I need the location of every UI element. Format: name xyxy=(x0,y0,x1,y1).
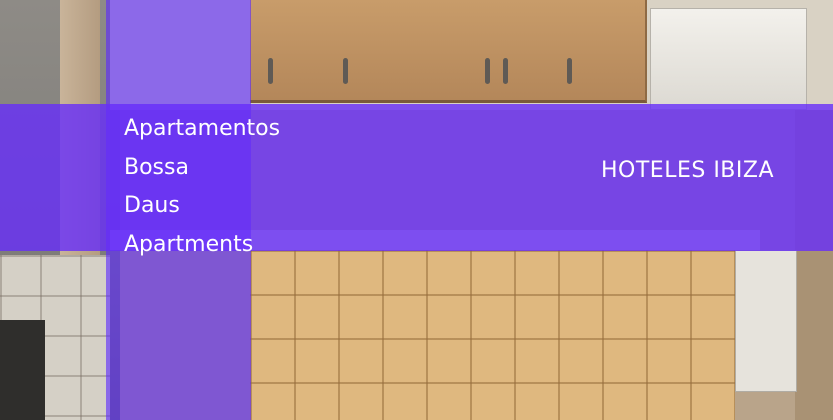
cabinet xyxy=(250,0,337,103)
cabinet-handle xyxy=(268,58,273,84)
cabinet-handle xyxy=(343,58,348,84)
appliance xyxy=(735,250,797,392)
tiled-counter-front xyxy=(250,250,735,420)
hotel-name-line: Apartamentos xyxy=(124,116,281,141)
cabinet-handle xyxy=(485,58,490,84)
cabinet xyxy=(555,0,647,103)
hotel-name-line: Daus xyxy=(124,193,180,218)
cabinet xyxy=(335,0,437,103)
cabinet-handle xyxy=(503,58,508,84)
shadow xyxy=(0,320,45,420)
hotel-name-line: Apartments xyxy=(124,231,254,257)
cabinet xyxy=(435,0,557,103)
hotel-name: Apartamentos Bossa Daus Apartments xyxy=(124,110,280,264)
cabinet-handle xyxy=(567,58,572,84)
brand-label: HOTELES IBIZA xyxy=(601,158,775,183)
hotel-name-line: Bossa xyxy=(124,154,189,180)
fridge xyxy=(650,8,807,110)
